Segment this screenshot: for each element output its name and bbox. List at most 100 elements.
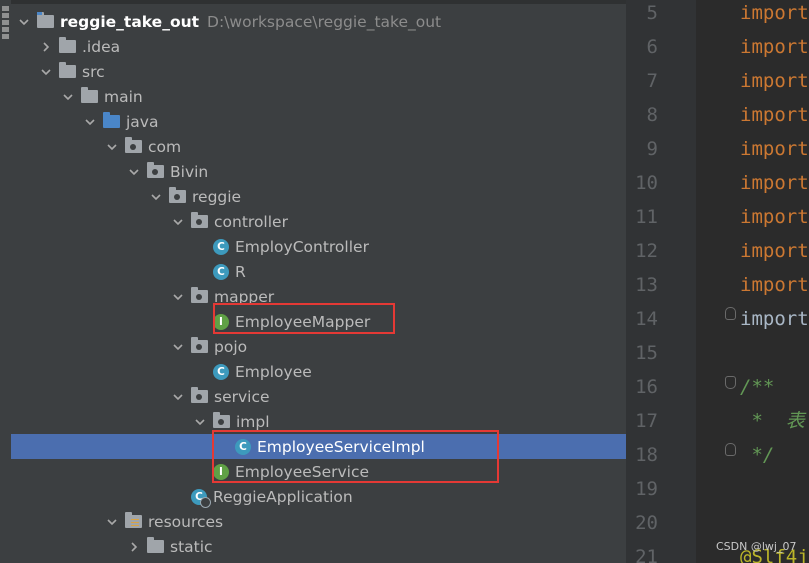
code-line: 17 * 表 (626, 404, 809, 438)
tree-item-employee[interactable]: C Employee (11, 359, 626, 384)
tree-item-impl[interactable]: impl (11, 409, 626, 434)
tree-item-r[interactable]: CR (11, 259, 626, 284)
line-number: 18 (635, 444, 658, 466)
folder-icon (81, 87, 98, 103)
code-text: import (740, 70, 809, 92)
chevron-down-icon[interactable] (17, 15, 31, 29)
code-line: 20 (626, 506, 809, 540)
line-number: 19 (635, 478, 658, 500)
code-line: 6 import (626, 30, 809, 64)
package-icon (191, 287, 208, 303)
panel-top-edge (11, 0, 626, 4)
chevron-down-icon[interactable] (105, 140, 119, 154)
chevron-down-icon[interactable] (105, 515, 119, 529)
class-icon: C (213, 363, 229, 380)
code-line: 16 /** (626, 370, 809, 404)
code-text: */ (740, 444, 775, 466)
line-number: 9 (646, 138, 658, 160)
tree-item-main[interactable]: main (11, 84, 626, 109)
line-number: 12 (635, 240, 658, 262)
chevron-down-icon[interactable] (39, 65, 53, 79)
class-icon: C (235, 438, 251, 455)
fold-marker-icon[interactable] (725, 376, 736, 389)
tree-item-employeeservice[interactable]: I EmployeeService (11, 459, 626, 484)
tree-item-service[interactable]: service (11, 384, 626, 409)
line-number: 7 (646, 70, 658, 92)
folder-icon (147, 537, 164, 553)
tree-item-label: src (82, 62, 105, 81)
tree-item-employeeserviceimpl[interactable]: C EmployeeServiceImpl (11, 434, 626, 459)
tree-item-resources[interactable]: resources (11, 509, 626, 534)
code-line: 10 import (626, 166, 809, 200)
line-number: 13 (635, 274, 658, 296)
chevron-down-icon[interactable] (171, 215, 185, 229)
code-line: 19 (626, 472, 809, 506)
tree-item-label: service (214, 387, 270, 406)
interface-icon: I (213, 463, 229, 480)
resources-folder-icon (125, 512, 142, 528)
code-line: 13 import (626, 268, 809, 302)
tree-item-pojo[interactable]: pojo (11, 334, 626, 359)
tree-root-row[interactable]: reggie_take_out D:\workspace\reggie_take… (11, 9, 626, 34)
source-root-folder-icon (103, 112, 120, 128)
line-number: 21 (635, 546, 658, 563)
code-text: import (740, 2, 809, 24)
tree-item-src[interactable]: src (11, 59, 626, 84)
tree-item-label: Bivin (170, 162, 209, 181)
tree-item-mapper[interactable]: mapper (11, 284, 626, 309)
tree-item-com[interactable]: com (11, 134, 626, 159)
chevron-down-icon[interactable] (61, 90, 75, 104)
code-text: /** (740, 376, 775, 398)
chevron-down-icon[interactable] (127, 165, 141, 179)
chevron-down-icon[interactable] (193, 415, 207, 429)
tree-root-name: reggie_take_out (60, 12, 200, 31)
package-icon (191, 212, 208, 228)
code-text: import (740, 308, 809, 330)
fold-marker-icon[interactable] (725, 307, 736, 320)
chevron-down-icon[interactable] (171, 290, 185, 304)
code-line: 9 import (626, 132, 809, 166)
line-number: 11 (635, 206, 658, 228)
chevron-down-icon[interactable] (171, 390, 185, 404)
spring-run-icon (200, 496, 211, 508)
fold-marker-icon[interactable] (725, 443, 736, 456)
tree-item-java[interactable]: java (11, 109, 626, 134)
code-text: import (740, 172, 809, 194)
tree-item-label: controller (214, 212, 288, 231)
code-line: 14 import (626, 302, 809, 336)
chevron-down-icon[interactable] (171, 340, 185, 354)
tree-item-label: main (104, 87, 143, 106)
interface-icon: I (213, 313, 229, 330)
chevron-right-icon[interactable] (127, 540, 141, 554)
tree-item-employcontroller[interactable]: C EmployController (11, 234, 626, 259)
code-text: import (740, 240, 809, 262)
folder-icon (59, 62, 76, 78)
code-line: 18 */ (626, 438, 809, 472)
line-number: 20 (635, 512, 658, 534)
tree-item-label: .idea (82, 37, 121, 56)
package-icon (191, 337, 208, 353)
tree-item-label: Employee (235, 362, 312, 381)
chevron-right-icon[interactable] (39, 40, 53, 54)
line-number: 15 (635, 342, 658, 364)
tree-item-reggie[interactable]: reggie (11, 184, 626, 209)
tree-item-controller[interactable]: controller (11, 209, 626, 234)
project-tool-window-label[interactable] (0, 4, 11, 44)
tree-item-bivin[interactable]: Bivin (11, 159, 626, 184)
package-icon (147, 162, 164, 178)
tree-item-label: mapper (214, 287, 275, 306)
tree-item-idea[interactable]: .idea (11, 34, 626, 59)
code-text: import (740, 274, 809, 296)
tree-item-label: pojo (214, 337, 248, 356)
chevron-down-icon[interactable] (83, 115, 97, 129)
chevron-down-icon[interactable] (149, 190, 163, 204)
code-line: 15 (626, 336, 809, 370)
tree-item-employeemapper[interactable]: I EmployeeMapper (11, 309, 626, 334)
spring-application-icon: C (191, 488, 211, 508)
tree-item-static[interactable]: static (11, 534, 626, 559)
tree-item-label: EmployeeMapper (235, 312, 371, 331)
code-text: import (740, 206, 809, 228)
tree-root-path: D:\workspace\reggie_take_out (207, 12, 442, 31)
tree-item-reggieapplication[interactable]: C ReggieApplication (11, 484, 626, 509)
code-editor[interactable]: 5 import 6 import 7 import 8 import 9 import 10 imp… (626, 0, 809, 563)
